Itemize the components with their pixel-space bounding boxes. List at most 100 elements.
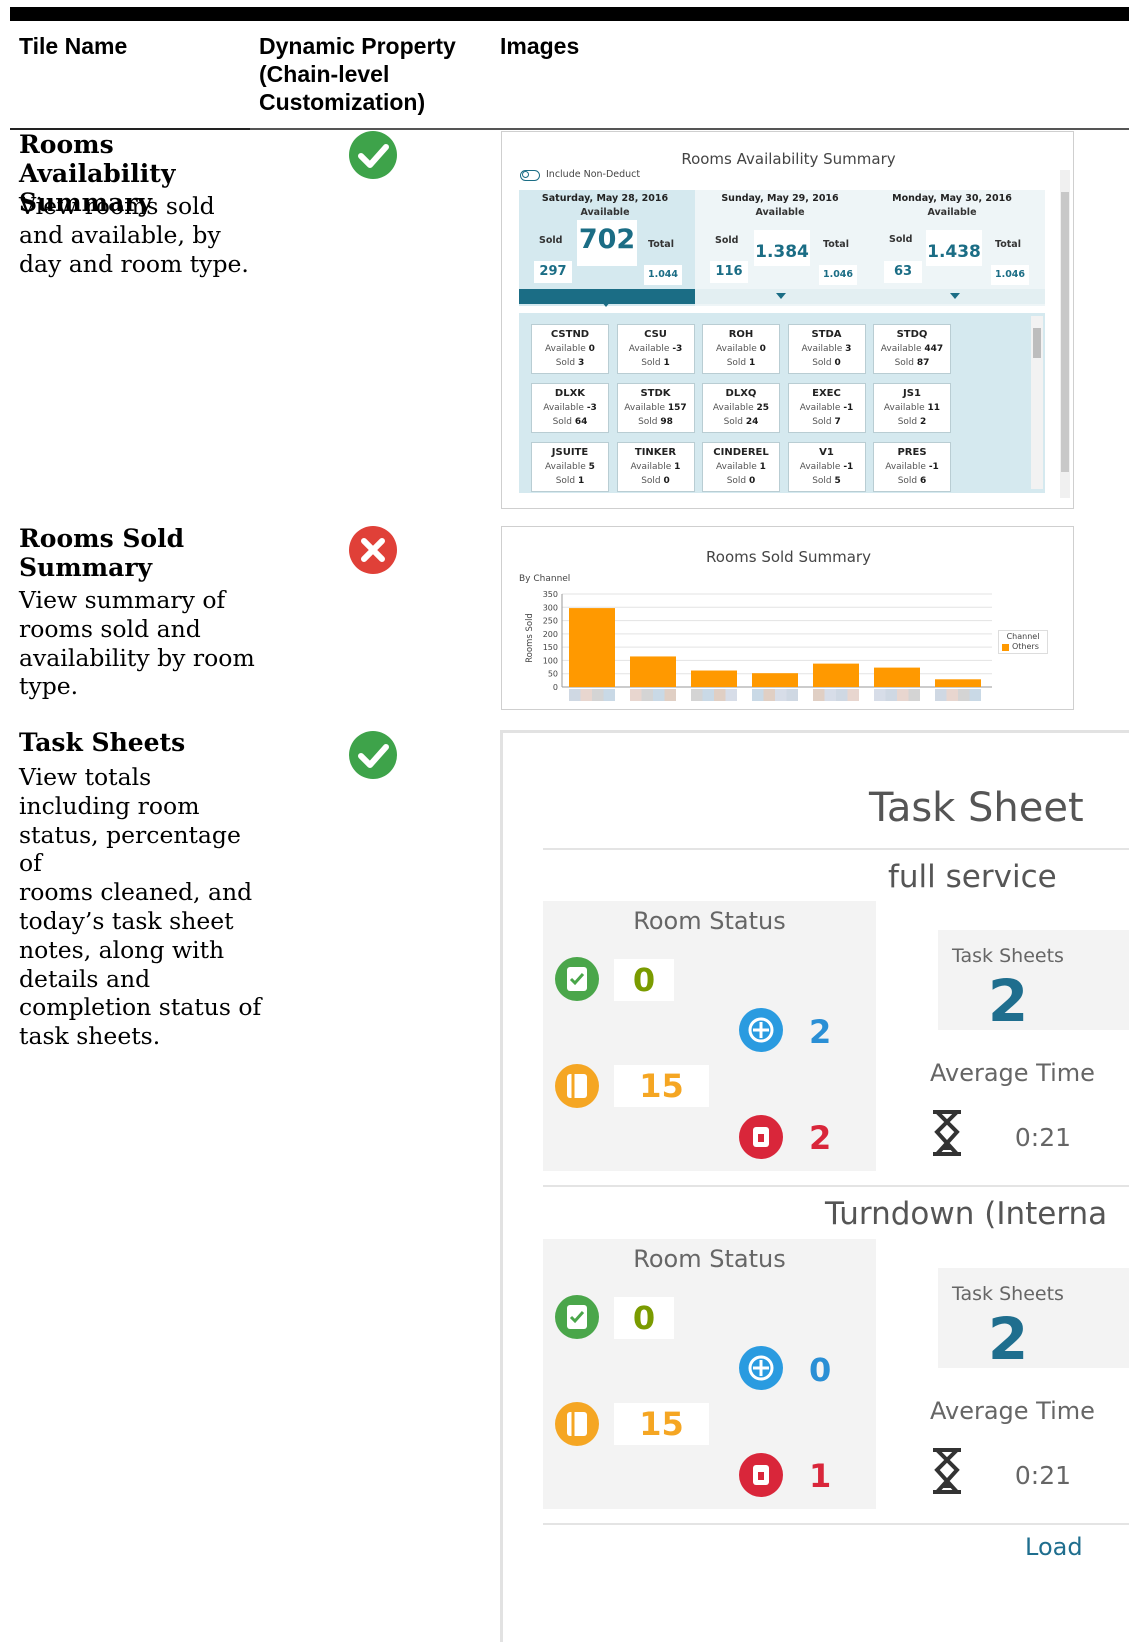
room-type-card[interactable]: ROH Available 0 Sold 1: [702, 324, 780, 374]
day-2-sold-value: 116: [710, 261, 748, 283]
room-type-card[interactable]: DLXK Available -3 Sold 64: [531, 383, 609, 433]
bar: [874, 667, 920, 687]
room-type-sold: Sold 5: [812, 476, 841, 486]
room-type-card[interactable]: STDQ Available 447 Sold 87: [873, 324, 951, 374]
out-of-order-count: 2: [809, 1119, 832, 1157]
legend-item-others: Others: [1002, 642, 1047, 652]
average-time-label: Average Time: [930, 1059, 1095, 1087]
inspected-count: 2: [809, 1013, 832, 1051]
non-deduct-toggle[interactable]: [520, 170, 540, 181]
room-type-card[interactable]: JSUITE Available 5 Sold 1: [531, 442, 609, 492]
room-type-code: EXEC: [812, 388, 841, 399]
room-type-card[interactable]: DLXQ Available 25 Sold 24: [702, 383, 780, 433]
x-tick-label: [752, 689, 764, 701]
room-type-available: Available -1: [885, 462, 939, 472]
day-1-date: Saturday, May 28, 2016: [541, 193, 669, 204]
day-3-available-value: 1.438: [927, 242, 981, 262]
bar: [752, 673, 798, 687]
header-tile-name: Tile Name: [19, 33, 128, 59]
day-2-total-value: 1.046: [819, 265, 857, 285]
room-type-sold: Sold 2: [897, 417, 927, 427]
room-type-code: TINKER: [634, 447, 677, 458]
x-tick-label: [908, 689, 920, 701]
room-type-code: V1: [819, 447, 834, 458]
room-type-code: PRES: [897, 447, 927, 458]
room-type-code: ROH: [728, 329, 754, 340]
room-type-card[interactable]: TINKER Available 1 Sold 0: [616, 442, 695, 492]
day-3-date: Monday, May 30, 2016: [892, 193, 1012, 204]
room-status-label: Room Status: [633, 907, 786, 935]
load-link[interactable]: Load: [1025, 1533, 1083, 1561]
availability-title: Rooms Availability Summary: [681, 150, 896, 168]
x-tick-label: [763, 689, 775, 701]
room-type-sold: Sold 1: [641, 358, 670, 368]
room-type-card[interactable]: STDK Available 157 Sold 98: [616, 383, 695, 433]
room-type-code: CSTND: [550, 329, 590, 340]
day-1-total-label: Total: [648, 239, 674, 250]
room-grid-scrollbar[interactable]: [1031, 316, 1043, 489]
x-tick-label: [691, 689, 703, 701]
row-2-description: View summary of rooms sold and availabilit…: [19, 586, 255, 701]
x-tick-label: [969, 689, 981, 701]
hourglass-icon: [933, 1110, 961, 1156]
day-3-total-value: 1.046: [991, 265, 1029, 285]
day-1-total-value: 1.044: [644, 265, 682, 285]
expand-day-icon[interactable]: [776, 293, 786, 299]
average-time-value: 0:21: [991, 1117, 1071, 1159]
x-tick-label: [775, 689, 787, 701]
average-time-label: Average Time: [930, 1397, 1095, 1425]
x-tick-label: [897, 689, 909, 701]
room-type-available: Available 5: [545, 462, 595, 472]
x-tick-label: [714, 689, 726, 701]
y-tick-label: 350: [543, 590, 558, 599]
room-type-card[interactable]: STDA Available 3 Sold 0: [787, 324, 866, 374]
task-sheet-image: Task Sheet full service Room Status 0 2 …: [500, 730, 1129, 1642]
room-type-code: DLXQ: [725, 388, 757, 399]
row-3-tile-name: Task Sheets: [19, 728, 186, 757]
clean-room-icon: [555, 1295, 599, 1339]
clean-count: 0: [614, 959, 674, 1001]
sold-bar-chart: 0 50 100 150 200 250 300 350: [543, 590, 992, 701]
inspected-room-icon: [739, 1346, 783, 1390]
out-of-order-count: 1: [809, 1457, 832, 1495]
caret-down-icon: [601, 301, 611, 307]
room-type-available: Available 157: [624, 403, 687, 413]
bar: [935, 679, 981, 687]
x-tick-label: [603, 689, 615, 701]
section-divider: [543, 1185, 1129, 1187]
clean-count: 0: [614, 1297, 674, 1339]
day-2-available-value: 1.384: [755, 242, 809, 262]
room-type-card[interactable]: EXEC Available -1 Sold 7: [787, 383, 866, 433]
room-type-sold: Sold 0: [726, 476, 756, 486]
room-type-sold: Sold 7: [812, 417, 841, 427]
expand-day-icon[interactable]: [950, 293, 960, 299]
room-type-sold: Sold 0: [641, 476, 670, 486]
room-status-label: Room Status: [633, 1245, 786, 1273]
room-type-card[interactable]: V1 Available -1 Sold 5: [787, 442, 866, 492]
room-type-code: JSUITE: [551, 447, 589, 458]
y-tick-label: 250: [543, 617, 558, 626]
room-type-available: Available 0: [545, 344, 595, 354]
average-time-value: 0:21: [991, 1455, 1071, 1497]
room-type-card[interactable]: CSTND Available 0 Sold 3: [531, 324, 609, 374]
room-type-card[interactable]: JS1 Available 11 Sold 2: [873, 383, 951, 433]
room-type-card[interactable]: PRES Available -1 Sold 6: [873, 442, 951, 492]
x-tick-label: [653, 689, 665, 701]
day-3-total-label: Total: [995, 239, 1021, 250]
x-tick-label: [702, 689, 714, 701]
panel-scrollbar[interactable]: [1060, 170, 1070, 498]
out-of-order-icon: [739, 1453, 783, 1497]
x-tick-label: [786, 689, 798, 701]
inspected-room-icon: [739, 1008, 783, 1052]
room-type-sold: Sold 3: [555, 358, 585, 368]
room-type-card[interactable]: CINDEREL Available 1 Sold 0: [702, 442, 780, 492]
rooms-sold-image: Rooms Sold Summary By Channel Rooms Sold…: [501, 526, 1074, 710]
task-sheets-label: Task Sheets: [952, 945, 1064, 967]
task-sheets-count: 2: [987, 967, 1029, 1035]
x-tick-label: [664, 689, 676, 701]
room-type-code: STDK: [640, 388, 671, 399]
day-1-available-label: Available: [580, 207, 630, 218]
room-type-sold: Sold 87: [894, 358, 930, 368]
bar: [569, 608, 615, 687]
room-type-card[interactable]: CSU Available -3 Sold 1: [616, 324, 695, 374]
